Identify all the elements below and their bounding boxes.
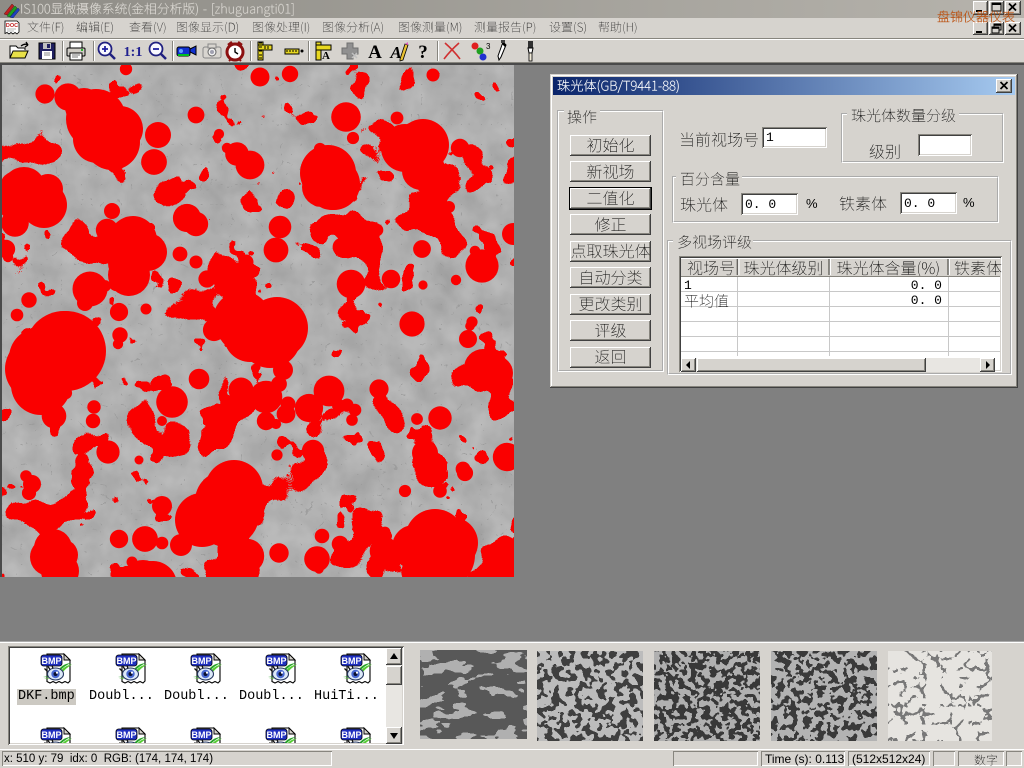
svg-text:0. 0: 0. 0 [911,278,942,293]
svg-text:A: A [368,42,382,63]
svg-text:?: ? [418,42,428,63]
svg-text:DOC: DOC [6,23,18,29]
svg-text:1: 1 [684,278,692,293]
svg-text:1:1: 1:1 [124,45,143,60]
svg-text:0. 0: 0. 0 [911,293,942,308]
svg-text:A: A [322,50,330,62]
